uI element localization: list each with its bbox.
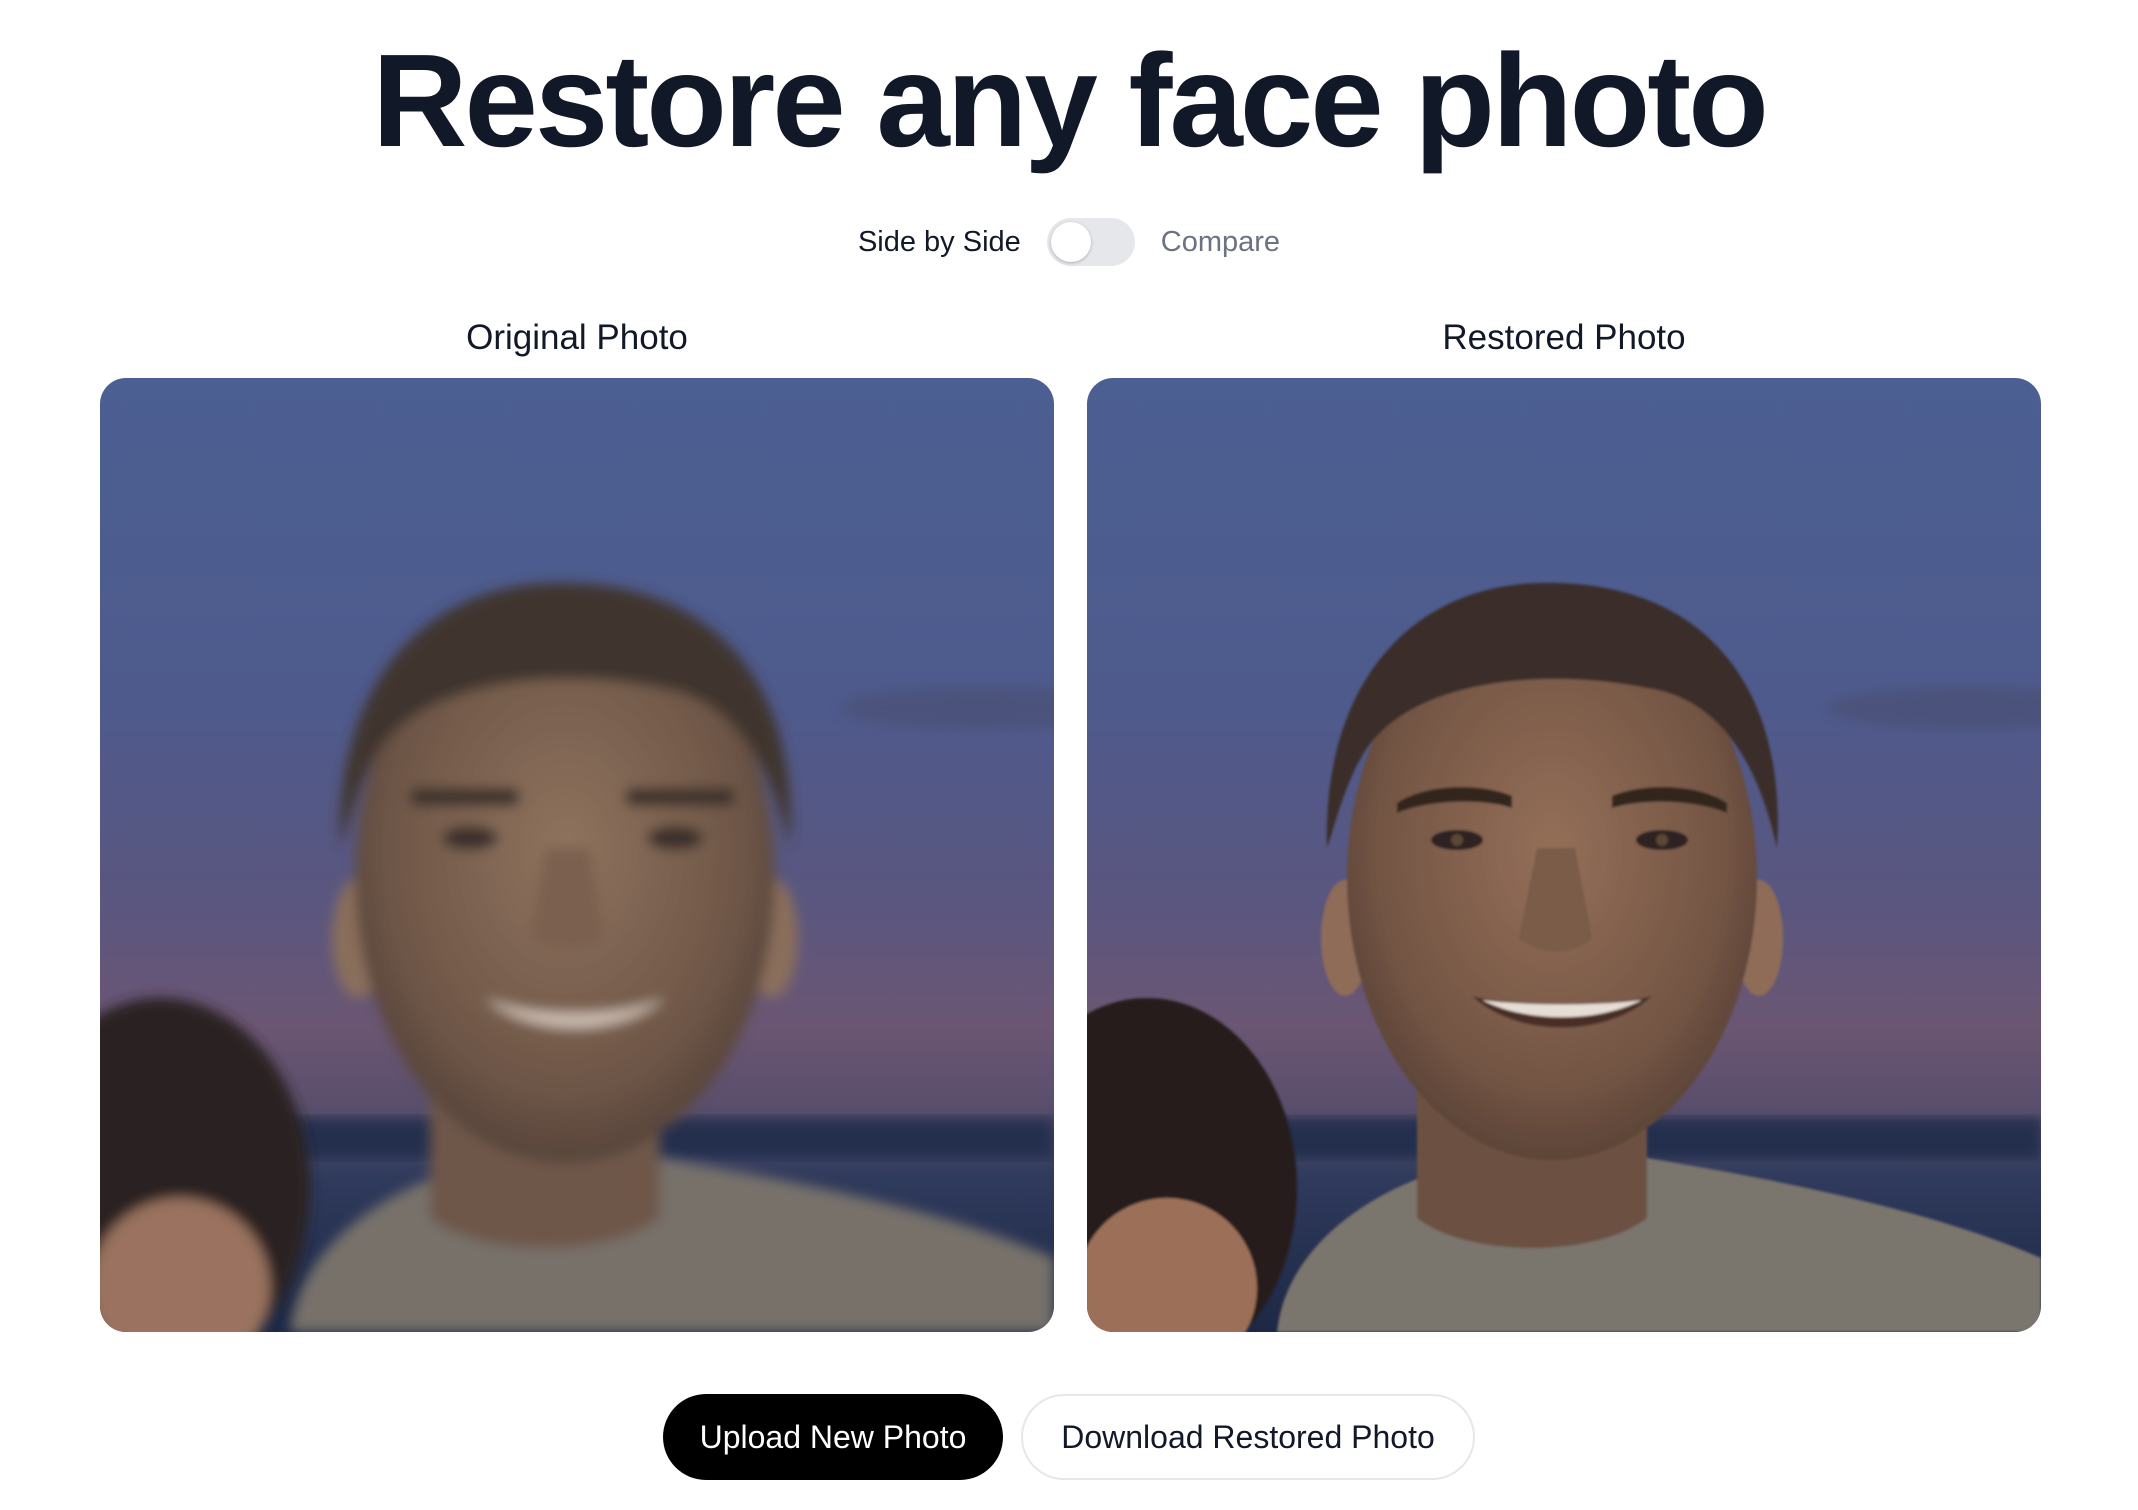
view-mode-toggle[interactable] <box>1046 218 1135 266</box>
download-restored-photo-button[interactable]: Download Restored Photo <box>1021 1394 1475 1480</box>
original-photo-heading: Original Photo <box>466 318 688 357</box>
view-toggle-row: Side by Side Compare <box>0 214 2138 270</box>
toggle-knob <box>1050 222 1091 262</box>
action-buttons: Upload New Photo Download Restored Photo <box>0 1394 2138 1480</box>
page-title: Restore any face photo <box>372 27 1769 174</box>
side-by-side-label: Side by Side <box>857 225 1021 258</box>
restored-photo <box>1087 378 2041 1332</box>
original-photo <box>100 378 1054 1332</box>
upload-new-photo-button[interactable]: Upload New Photo <box>663 1394 1003 1480</box>
restored-photo-heading: Restored Photo <box>1442 318 1686 357</box>
compare-label: Compare <box>1160 225 1281 258</box>
